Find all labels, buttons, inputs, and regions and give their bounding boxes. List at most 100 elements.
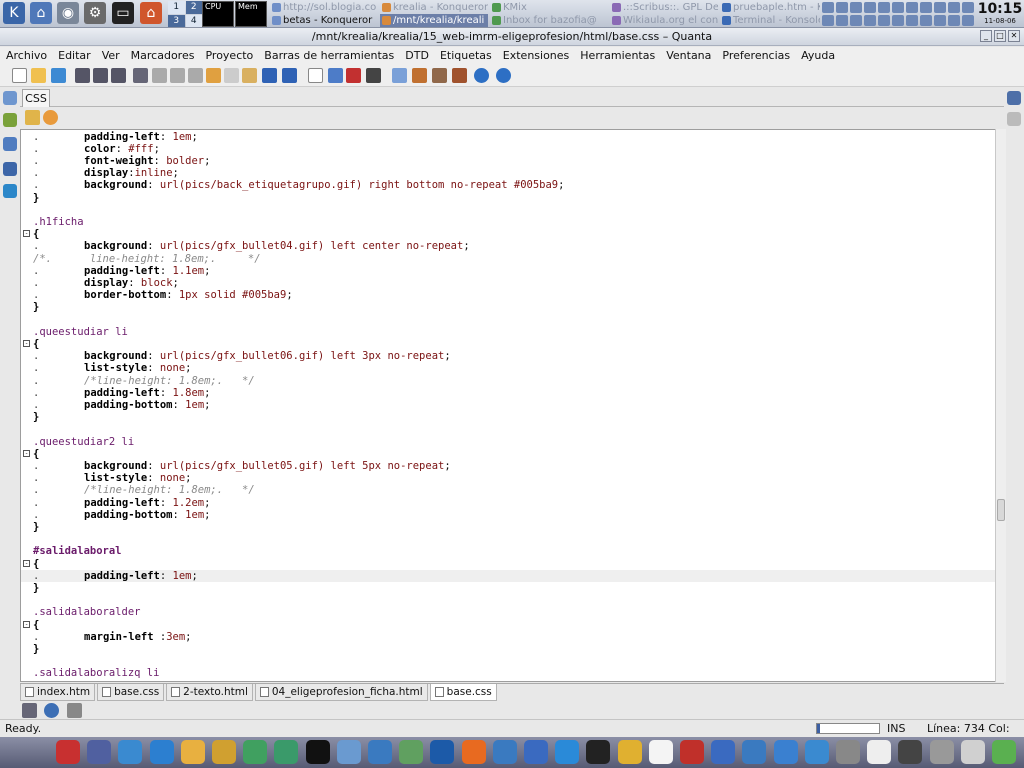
konqueror-icon[interactable] bbox=[492, 740, 517, 764]
documentation-icon[interactable] bbox=[1007, 91, 1021, 105]
bug-icon[interactable] bbox=[680, 740, 704, 764]
redo-icon[interactable] bbox=[282, 68, 297, 83]
desktop-pager[interactable]: 1 2 3 4 bbox=[168, 1, 202, 27]
cut-icon[interactable] bbox=[206, 68, 221, 83]
fold-marker[interactable]: - bbox=[23, 449, 30, 457]
globe-icon[interactable] bbox=[430, 740, 455, 764]
tray-icon[interactable] bbox=[878, 15, 890, 26]
task-button[interactable]: .::Scribus::. GPL Desk bbox=[610, 1, 718, 14]
tools-icon[interactable] bbox=[867, 740, 892, 764]
editor-icon[interactable] bbox=[368, 740, 392, 764]
office-icon[interactable] bbox=[56, 740, 80, 764]
file-tab[interactable]: base.css bbox=[97, 684, 165, 701]
tray-icon[interactable] bbox=[920, 15, 932, 26]
tray-icon[interactable] bbox=[850, 2, 862, 13]
find-next-icon[interactable] bbox=[170, 68, 185, 83]
paste-icon[interactable] bbox=[242, 68, 257, 83]
find-icon[interactable] bbox=[152, 68, 167, 83]
folder-icon[interactable] bbox=[960, 740, 985, 764]
vertical-scrollbar[interactable] bbox=[995, 129, 1006, 682]
fold-marker[interactable]: - bbox=[23, 620, 30, 628]
print-icon[interactable] bbox=[133, 68, 148, 83]
vpl-view-icon[interactable] bbox=[412, 68, 427, 83]
open-file-icon[interactable] bbox=[31, 68, 46, 83]
files-tree-icon[interactable] bbox=[3, 91, 17, 105]
tux-icon[interactable] bbox=[305, 740, 330, 764]
project-icon[interactable] bbox=[3, 113, 17, 127]
task-button[interactable]: betas - Konqueror bbox=[270, 14, 378, 27]
validate-icon[interactable] bbox=[328, 68, 343, 83]
tray-icon[interactable] bbox=[864, 15, 876, 26]
menu-item[interactable]: Ayuda bbox=[801, 47, 835, 65]
task-button[interactable]: /mnt/krealia/kreali bbox=[380, 14, 488, 27]
tray-icon[interactable] bbox=[892, 15, 904, 26]
new-file-icon[interactable] bbox=[12, 68, 27, 83]
zoom-icon[interactable] bbox=[188, 68, 203, 83]
notes-icon[interactable] bbox=[711, 740, 736, 764]
tidy-icon[interactable] bbox=[346, 68, 361, 83]
desktop-icon[interactable]: ⌂ bbox=[30, 2, 52, 24]
tray-icon[interactable] bbox=[836, 2, 848, 13]
menu-item[interactable]: Etiquetas bbox=[440, 47, 492, 65]
desktop-2[interactable]: 2 bbox=[185, 1, 202, 14]
file-tab[interactable]: 04_eligeprofesion_ficha.html bbox=[254, 684, 428, 701]
structure-icon[interactable] bbox=[3, 162, 17, 176]
desktop-1[interactable]: 1 bbox=[168, 1, 185, 14]
preview-icon[interactable] bbox=[452, 68, 467, 83]
scanner-icon[interactable] bbox=[836, 740, 860, 764]
menu-item[interactable]: Ver bbox=[102, 47, 120, 65]
tag-icon[interactable] bbox=[1007, 112, 1021, 126]
desktop-4[interactable]: 4 bbox=[185, 14, 202, 27]
task-button[interactable]: pruebaple.htm - KW bbox=[720, 1, 820, 14]
task-button[interactable]: krealia - Konqueror bbox=[380, 1, 488, 14]
quanta-icon[interactable] bbox=[524, 740, 548, 764]
tray-icon[interactable] bbox=[920, 2, 932, 13]
tray-icon[interactable] bbox=[822, 15, 834, 26]
ie-icon[interactable] bbox=[555, 740, 580, 764]
envelope-icon[interactable] bbox=[648, 740, 673, 764]
fold-marker[interactable]: - bbox=[23, 339, 30, 347]
menu-item[interactable]: Proyecto bbox=[205, 47, 253, 65]
menu-item[interactable]: Ventana bbox=[666, 47, 711, 65]
terminal-icon[interactable] bbox=[336, 740, 361, 764]
kfind-icon[interactable] bbox=[118, 740, 143, 764]
home-icon[interactable]: ⌂ bbox=[140, 2, 162, 24]
file-tab[interactable]: 2-texto.html bbox=[166, 684, 253, 701]
clock[interactable]: 10:15 11-08-06 bbox=[976, 0, 1024, 28]
fold-marker[interactable]: - bbox=[23, 230, 30, 238]
attributes-icon[interactable] bbox=[3, 184, 17, 198]
tray-icon[interactable] bbox=[836, 15, 848, 26]
cube-icon[interactable] bbox=[243, 740, 268, 764]
css-wizard-icon[interactable] bbox=[25, 110, 40, 125]
gear-icon[interactable] bbox=[804, 740, 829, 764]
menu-item[interactable]: Extensiones bbox=[503, 47, 570, 65]
task-button[interactable]: Terminal - Konsole bbox=[720, 14, 820, 27]
kmenu-icon[interactable]: K bbox=[3, 2, 25, 24]
menu-item[interactable]: Barras de herramientas bbox=[264, 47, 394, 65]
task-button[interactable]: Inbox for bazofia@ bbox=[490, 14, 598, 27]
task-button[interactable]: Wikiaula.org el con bbox=[610, 14, 718, 27]
tab-css[interactable]: CSS bbox=[22, 89, 50, 107]
tray-icon[interactable] bbox=[850, 15, 862, 26]
save-all-icon[interactable] bbox=[93, 68, 108, 83]
palette-icon[interactable] bbox=[180, 740, 205, 764]
copy-icon[interactable] bbox=[224, 68, 239, 83]
package-icon[interactable] bbox=[274, 740, 299, 764]
scrollbar-thumb[interactable] bbox=[997, 499, 1005, 521]
nod-icon[interactable] bbox=[87, 740, 112, 764]
tray-icon[interactable] bbox=[906, 15, 918, 26]
menu-item[interactable]: DTD bbox=[405, 47, 429, 65]
messages-icon[interactable] bbox=[22, 703, 37, 718]
minimize-icon[interactable]: _ bbox=[980, 30, 992, 42]
tray-icon[interactable] bbox=[892, 2, 904, 13]
open-project-icon[interactable] bbox=[51, 68, 66, 83]
problems-icon[interactable] bbox=[44, 703, 59, 718]
person-icon[interactable] bbox=[617, 740, 642, 764]
tray-icon[interactable] bbox=[934, 15, 946, 26]
accessibility-icon[interactable] bbox=[149, 740, 174, 764]
file-tab[interactable]: base.css bbox=[429, 684, 497, 701]
tray-icon[interactable] bbox=[962, 2, 974, 13]
firefox-icon[interactable] bbox=[461, 740, 486, 764]
source-view-icon[interactable] bbox=[392, 68, 407, 83]
undo-icon[interactable] bbox=[262, 68, 277, 83]
